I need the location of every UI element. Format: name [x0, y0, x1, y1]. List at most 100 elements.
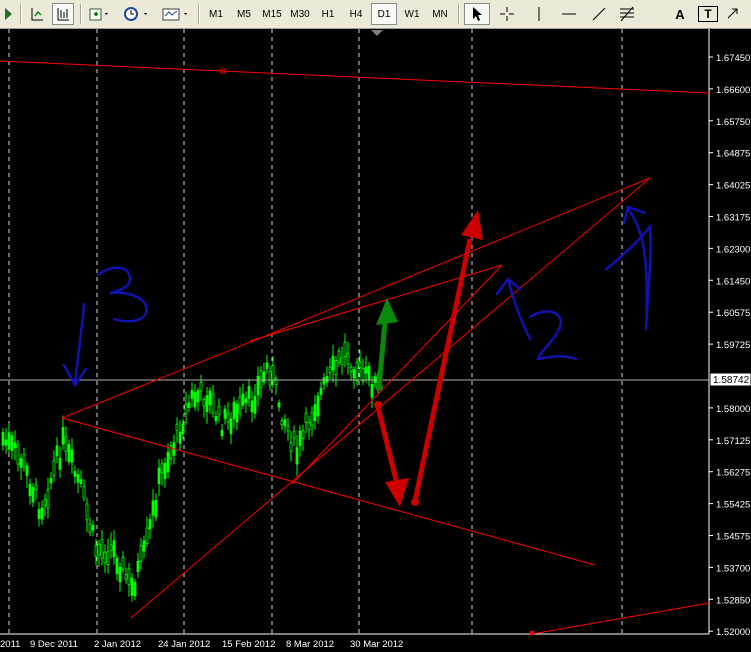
candle-body [325, 375, 329, 383]
candle-body [337, 350, 341, 364]
candle-body [70, 449, 74, 463]
candle-body [370, 383, 374, 398]
candle-body [175, 423, 179, 431]
candle-body [37, 509, 41, 520]
candle-body [334, 360, 338, 375]
candle-body [19, 458, 23, 468]
candle-body [346, 353, 350, 365]
candle-body [79, 479, 83, 485]
price-label: 1.57125 [716, 436, 750, 447]
timeframe-m15[interactable]: M15 [259, 3, 285, 25]
trendline-tool-icon[interactable] [586, 3, 612, 25]
price-label: 1.65750 [716, 117, 750, 128]
horizontal-line-tool-icon[interactable] [556, 3, 582, 25]
candle-body [271, 365, 275, 382]
crosshair-tool-icon[interactable] [494, 3, 520, 25]
autoscroll-icon[interactable] [52, 3, 74, 25]
candle-body [277, 402, 281, 408]
candle-body [322, 377, 326, 385]
candle-body [1, 431, 5, 446]
candle-body [283, 419, 287, 427]
candle-body [67, 444, 71, 463]
candle-body [97, 543, 101, 556]
candle-body [76, 474, 80, 483]
candle-body [34, 484, 38, 491]
candle-body [280, 420, 284, 426]
candle-body [166, 452, 170, 473]
date-label: 9 Dec 2011 [30, 639, 78, 650]
price-label: 1.55425 [716, 500, 750, 511]
price-label: 1.62300 [716, 244, 750, 255]
candle-body [124, 574, 128, 580]
arrow-tool-icon[interactable] [2, 3, 16, 25]
candle-body [205, 395, 209, 413]
candle-body [43, 499, 47, 506]
current-price-label: 1.58742 [713, 375, 750, 386]
text-label-tool[interactable]: T [698, 6, 718, 22]
candle-body [154, 499, 158, 518]
candle-body [55, 445, 59, 457]
candle-body [253, 396, 257, 414]
chart-background [0, 29, 751, 652]
candle-body [238, 396, 242, 414]
candle-body [190, 390, 194, 399]
new-chart-icon[interactable] [86, 3, 114, 25]
candle-body [355, 361, 359, 382]
date-label: 15 Feb 2012 [222, 639, 275, 650]
timeframe-h4[interactable]: H4 [343, 3, 369, 25]
candle-body [61, 427, 65, 445]
timeframe-w1[interactable]: W1 [399, 3, 425, 25]
timeframe-h1[interactable]: H1 [315, 3, 341, 25]
candle-body [139, 545, 143, 562]
vertical-line-tool-icon[interactable] [526, 3, 552, 25]
candle-body [193, 391, 197, 408]
candle-body [109, 544, 113, 551]
candle-body [235, 403, 239, 423]
candle-body [40, 507, 44, 520]
price-label: 1.61450 [716, 276, 750, 287]
candle-body [127, 568, 131, 586]
candle-body [241, 393, 245, 406]
text-tool[interactable]: A [668, 3, 692, 25]
timeframe-m1[interactable]: M1 [203, 3, 229, 25]
candle-body [118, 566, 122, 583]
candle-body [163, 462, 167, 480]
candle-body [217, 405, 221, 415]
candle-body [25, 465, 29, 476]
price-label: 1.66600 [716, 85, 750, 96]
candle-body [352, 369, 356, 379]
candle-body [136, 560, 140, 572]
candle-body [223, 408, 227, 419]
price-label: 1.58000 [716, 404, 750, 415]
candle-body [85, 503, 89, 521]
candle-body [106, 551, 110, 565]
candle-body [178, 431, 182, 444]
trendline-anchor[interactable] [530, 631, 534, 635]
candle-body [328, 366, 332, 374]
candle-body [7, 432, 11, 450]
timeframe-m30[interactable]: M30 [287, 3, 313, 25]
templates-icon[interactable] [158, 3, 194, 25]
date-label: 2 Jan 2012 [94, 639, 141, 650]
timeframe-mn[interactable]: MN [427, 3, 453, 25]
periods-clock-icon[interactable] [120, 3, 154, 25]
candle-body [259, 370, 263, 388]
date-label: 2011 [0, 639, 20, 650]
candle-body [142, 540, 146, 552]
price-label: 1.67450 [716, 53, 750, 64]
cursor-tool-icon[interactable] [464, 3, 490, 25]
price-chart[interactable]: 1.67450 1.66600 1.65750 1.64875 1.64025 1.631… [0, 29, 751, 652]
candle-body [304, 412, 308, 423]
arrows-menu-icon[interactable] [722, 3, 744, 25]
fibonacci-tool-icon[interactable] [614, 3, 640, 25]
chart-shift-icon[interactable] [26, 3, 48, 25]
candle-body [211, 393, 215, 414]
candle-body [10, 435, 14, 451]
timeframe-m5[interactable]: M5 [231, 3, 257, 25]
timeframe-d1[interactable]: D1 [371, 3, 397, 25]
candle-body [112, 540, 116, 558]
candle-body [13, 442, 17, 449]
candle-body [268, 370, 272, 386]
candle-body [184, 403, 188, 415]
price-label: 1.52850 [716, 595, 750, 606]
